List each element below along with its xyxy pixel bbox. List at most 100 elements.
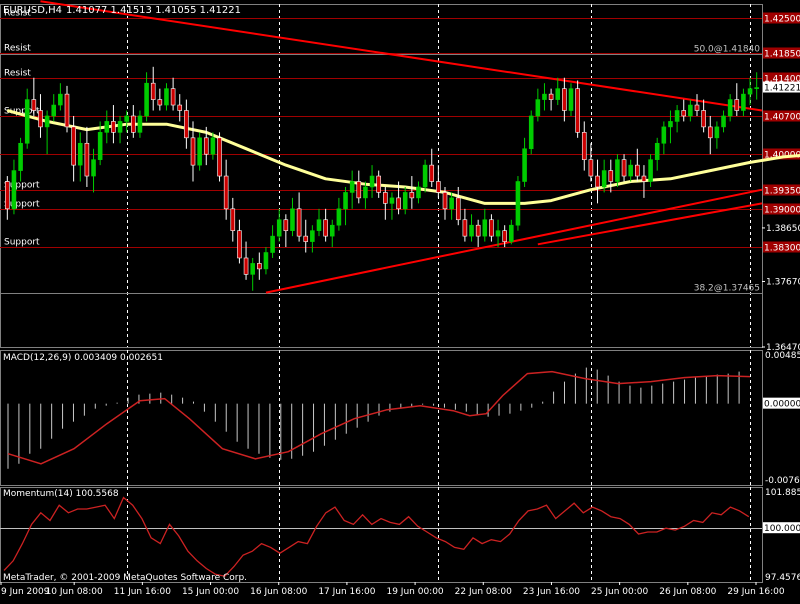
- candle[interactable]: [668, 110, 673, 144]
- candle[interactable]: [77, 132, 83, 182]
- trend-lines[interactable]: [40, 0, 763, 294]
- candle[interactable]: [621, 154, 627, 182]
- candle[interactable]: [124, 110, 129, 133]
- candle[interactable]: [343, 186, 348, 226]
- candle[interactable]: [164, 83, 169, 111]
- macd-pane[interactable]: 0.0048570.00000-0.007621: [7, 351, 800, 486]
- candle[interactable]: [615, 154, 620, 187]
- candle[interactable]: [177, 94, 183, 122]
- candle[interactable]: [131, 105, 136, 138]
- candle[interactable]: [475, 219, 481, 248]
- candle[interactable]: [257, 252, 262, 280]
- candle[interactable]: [24, 88, 30, 149]
- candle[interactable]: [449, 192, 454, 220]
- candle[interactable]: [754, 72, 759, 100]
- candle[interactable]: [734, 83, 740, 116]
- candle[interactable]: [44, 110, 50, 155]
- candle[interactable]: [38, 94, 43, 138]
- candle[interactable]: [641, 165, 647, 198]
- candle[interactable]: [369, 165, 375, 198]
- candle[interactable]: [741, 88, 746, 116]
- candle[interactable]: [356, 170, 362, 204]
- candle[interactable]: [701, 99, 706, 133]
- candle[interactable]: [349, 170, 355, 209]
- candle[interactable]: [270, 225, 275, 258]
- candle[interactable]: [489, 214, 494, 242]
- candle[interactable]: [469, 214, 474, 242]
- candle[interactable]: [237, 219, 242, 264]
- candle[interactable]: [581, 121, 587, 171]
- candle[interactable]: [184, 99, 189, 149]
- candle[interactable]: [31, 77, 37, 116]
- candle[interactable]: [661, 121, 667, 155]
- candle[interactable]: [250, 257, 255, 291]
- candle[interactable]: [144, 72, 149, 122]
- candle[interactable]: [575, 80, 580, 138]
- candle[interactable]: [482, 208, 488, 242]
- candle[interactable]: [455, 186, 461, 226]
- candle[interactable]: [727, 94, 733, 122]
- candle[interactable]: [548, 88, 554, 111]
- candle[interactable]: [608, 159, 614, 193]
- candle[interactable]: [628, 159, 633, 182]
- candle[interactable]: [170, 77, 176, 111]
- candle[interactable]: [654, 137, 660, 171]
- candle[interactable]: [376, 170, 381, 198]
- candle[interactable]: [64, 85, 70, 133]
- candle[interactable]: [674, 105, 680, 133]
- candle[interactable]: [721, 110, 726, 133]
- candle[interactable]: [150, 66, 156, 111]
- candle[interactable]: [462, 208, 468, 242]
- candle[interactable]: [217, 132, 222, 182]
- candle[interactable]: [409, 176, 415, 209]
- candle[interactable]: [18, 137, 23, 182]
- candle[interactable]: [648, 154, 653, 187]
- candle[interactable]: [383, 186, 388, 220]
- candle[interactable]: [635, 148, 640, 182]
- candle[interactable]: [223, 159, 229, 220]
- candle[interactable]: [316, 208, 322, 237]
- candle[interactable]: [707, 115, 713, 155]
- candle[interactable]: [688, 99, 693, 122]
- candle[interactable]: [91, 148, 96, 193]
- candle[interactable]: [290, 197, 295, 237]
- candle[interactable]: [681, 99, 687, 122]
- candle[interactable]: [509, 219, 514, 245]
- candle[interactable]: [495, 219, 501, 248]
- chart-canvas[interactable]: Resist1.42500Resist1.41850Resist1.41400S…: [0, 0, 800, 600]
- candle[interactable]: [522, 137, 527, 187]
- support-resistance-levels[interactable]: Resist1.42500Resist1.41850Resist1.41400S…: [0, 9, 800, 294]
- candle[interactable]: [336, 197, 342, 231]
- candle[interactable]: [84, 126, 90, 187]
- candle[interactable]: [296, 192, 302, 242]
- candle[interactable]: [283, 214, 289, 248]
- trend-line[interactable]: [265, 188, 763, 294]
- candle[interactable]: [117, 115, 123, 144]
- candle[interactable]: [402, 186, 408, 215]
- metatrader-chart-window[interactable]: Resist 1.42500 Resist 1.41850 Resist 1.41400 S…: [0, 0, 800, 600]
- candle[interactable]: [595, 159, 600, 204]
- candle[interactable]: [694, 94, 700, 116]
- candle[interactable]: [11, 159, 17, 215]
- candle[interactable]: [389, 192, 395, 220]
- candle[interactable]: [5, 176, 10, 220]
- candle[interactable]: [515, 176, 521, 231]
- candle[interactable]: [51, 94, 57, 122]
- candle[interactable]: [310, 225, 315, 253]
- candle[interactable]: [568, 83, 574, 116]
- candle[interactable]: [58, 83, 63, 111]
- candle[interactable]: [137, 110, 143, 138]
- candlesticks[interactable]: [5, 66, 759, 291]
- momentum-pane[interactable]: 101.8859 100.0000 97.4576: [0, 488, 800, 583]
- candle[interactable]: [542, 83, 547, 111]
- candle[interactable]: [329, 219, 335, 248]
- candle[interactable]: [276, 208, 282, 242]
- candle[interactable]: [562, 77, 567, 122]
- candle[interactable]: [528, 110, 534, 155]
- candle[interactable]: [555, 77, 561, 106]
- candle[interactable]: [323, 208, 328, 242]
- candle[interactable]: [588, 143, 594, 182]
- candle[interactable]: [197, 132, 202, 171]
- candle[interactable]: [714, 121, 720, 149]
- candle[interactable]: [230, 197, 236, 242]
